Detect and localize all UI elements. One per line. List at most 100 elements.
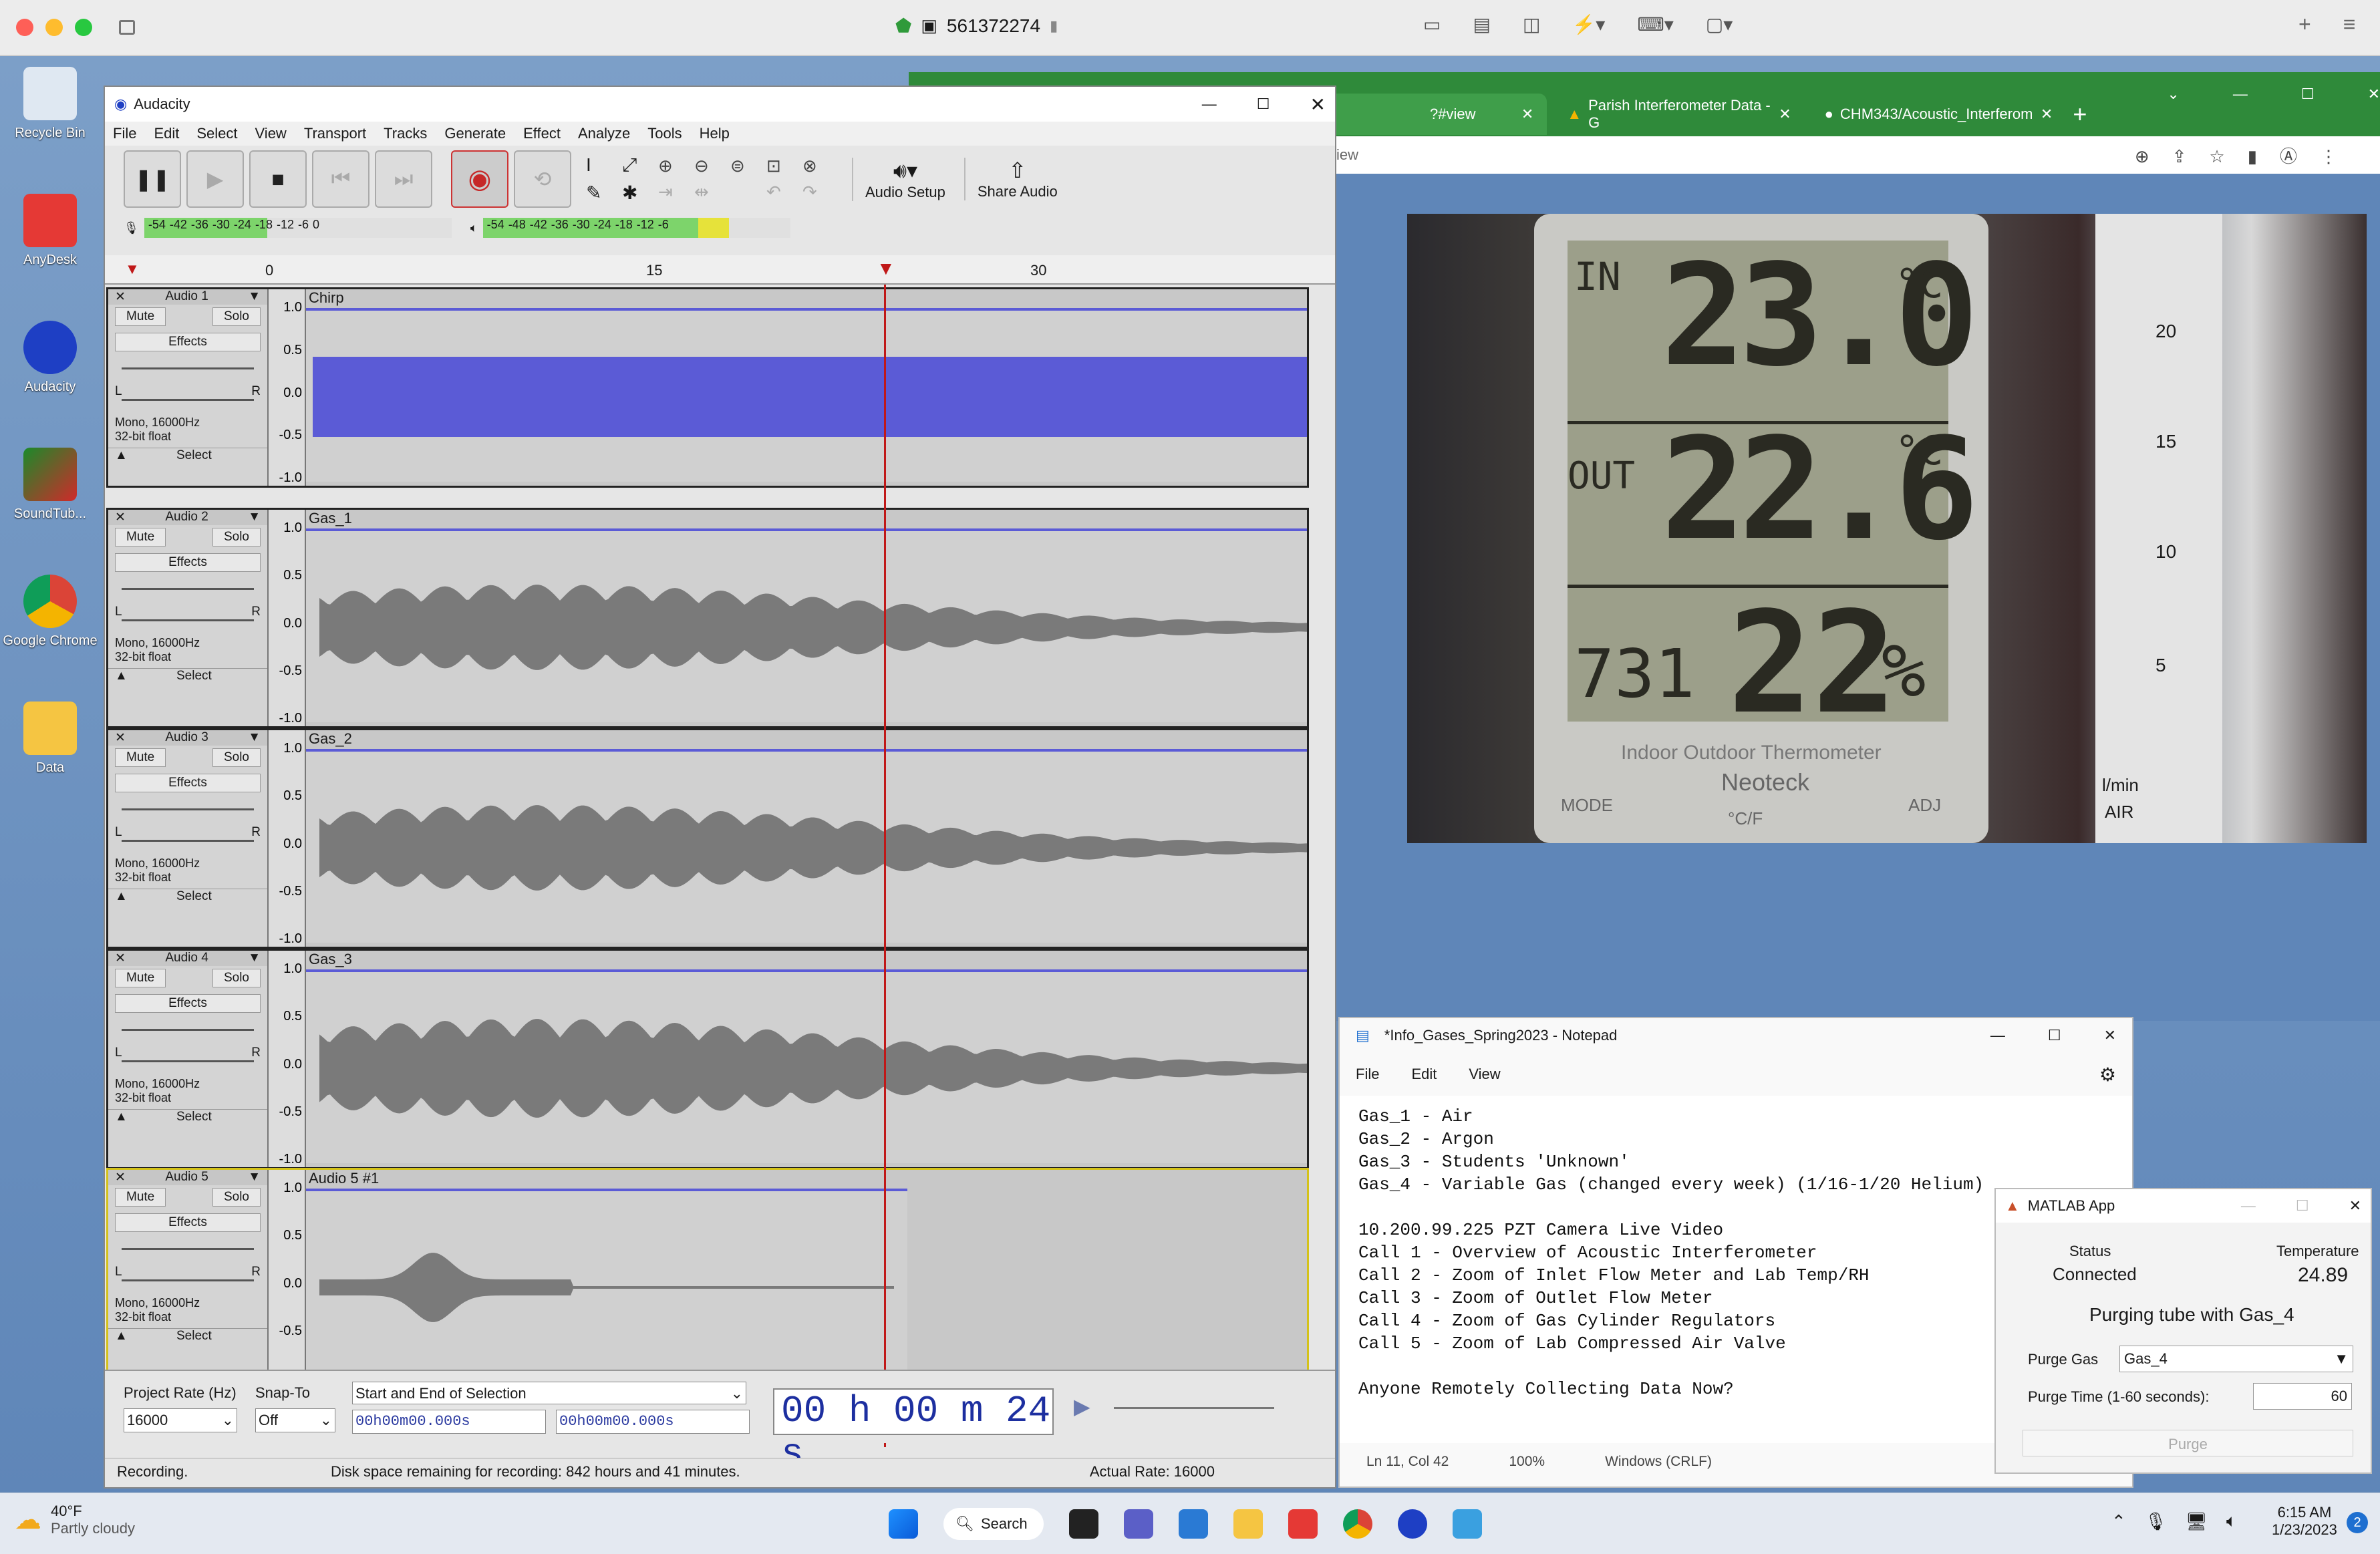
- anydesk-taskbar-icon[interactable]: [1288, 1509, 1318, 1539]
- loop-button[interactable]: ⟲: [514, 150, 571, 208]
- gain-slider[interactable]: [122, 1029, 254, 1031]
- vertical-scale[interactable]: 1.0 0.5 0.0 -0.5 -1.0: [269, 510, 306, 726]
- gain-slider[interactable]: [122, 1248, 254, 1250]
- close-icon[interactable]: ✕: [1310, 94, 1326, 116]
- draw-tool-icon[interactable]: ✎: [586, 182, 617, 204]
- minimize-icon[interactable]: —: [2233, 86, 2248, 103]
- menu-file[interactable]: File: [113, 125, 136, 142]
- notepad-menu-view[interactable]: View: [1469, 1066, 1500, 1083]
- chrome-taskbar-icon[interactable]: [1343, 1509, 1372, 1539]
- multi-tool-icon[interactable]: ✱: [622, 182, 653, 204]
- track-name[interactable]: Audio 2: [165, 510, 208, 525]
- effects-button[interactable]: Effects: [115, 774, 261, 792]
- fit-selection-icon[interactable]: ⊜: [730, 156, 761, 176]
- chat-icon[interactable]: ▤: [1473, 13, 1490, 35]
- vertical-scale[interactable]: 1.0 0.5 0.0 -0.5 -1.0: [269, 289, 306, 486]
- track-close-icon[interactable]: ✕: [115, 1170, 126, 1185]
- menu-view[interactable]: View: [255, 125, 287, 142]
- lightning-icon[interactable]: ⚡▾: [1572, 13, 1605, 35]
- track-menu-icon[interactable]: ▼: [248, 730, 261, 746]
- track-close-icon[interactable]: ✕: [115, 730, 126, 746]
- volume-icon[interactable]: 🔈︎: [2226, 1511, 2237, 1532]
- solo-button[interactable]: Solo: [212, 1188, 261, 1207]
- desktop-icon-recycle-bin[interactable]: Recycle Bin: [0, 67, 100, 141]
- zoom-toggle-icon[interactable]: ⊗: [802, 156, 833, 176]
- close-icon[interactable]: ✕: [2104, 1027, 2116, 1044]
- selection-start[interactable]: 00h00m00.000s: [352, 1410, 546, 1434]
- mute-button[interactable]: Mute: [115, 969, 166, 987]
- select-button[interactable]: Select: [176, 1329, 212, 1344]
- close-icon[interactable]: ✕: [1521, 106, 1533, 123]
- network-icon[interactable]: 🖥︎: [2186, 1511, 2208, 1532]
- gain-slider[interactable]: [122, 808, 254, 810]
- skip-end-button[interactable]: ⏭: [375, 150, 432, 208]
- menu-generate[interactable]: Generate: [444, 125, 506, 142]
- track-menu-icon[interactable]: ▼: [248, 1170, 261, 1185]
- minimize-dot[interactable]: [45, 19, 63, 36]
- collapse-icon[interactable]: ▲: [115, 448, 128, 463]
- notepad-menu-file[interactable]: File: [1356, 1066, 1379, 1083]
- clip-name[interactable]: Audio 5 #1: [309, 1170, 379, 1187]
- windows-start-icon[interactable]: [889, 1509, 918, 1539]
- select-button[interactable]: Select: [176, 1110, 212, 1124]
- notepad-taskbar-icon[interactable]: [1179, 1509, 1208, 1539]
- track-2[interactable]: ✕ Audio 2 ▼ Mute Solo Effects LR Mono, 1600…: [106, 508, 1309, 728]
- sidebar-icon[interactable]: [119, 20, 135, 35]
- close-dot[interactable]: [16, 19, 33, 36]
- gain-slider[interactable]: [122, 588, 254, 590]
- file-explorer-icon[interactable]: [1233, 1509, 1263, 1539]
- vertical-scale[interactable]: 1.0 0.5 0.0 -0.5 -1.0: [269, 730, 306, 947]
- tab-github[interactable]: ● CHM343/Acoustic_Interferom ✕: [1811, 94, 2067, 135]
- play-at-speed-icon[interactable]: ▶: [1074, 1394, 1090, 1419]
- purge-gas-select[interactable]: Gas_4 ▼: [2119, 1346, 2353, 1372]
- collapse-icon[interactable]: ▲: [115, 889, 128, 904]
- track-name[interactable]: Audio 5: [165, 1170, 208, 1185]
- zoom-in-icon[interactable]: ⊕: [658, 156, 689, 176]
- notepad-menu-edit[interactable]: Edit: [1411, 1066, 1437, 1083]
- solo-button[interactable]: Solo: [212, 969, 261, 987]
- select-button[interactable]: Select: [176, 669, 212, 683]
- keyboard-icon[interactable]: ⌨▾: [1637, 13, 1673, 35]
- solo-button[interactable]: Solo: [212, 528, 261, 547]
- undo-icon[interactable]: ↶: [766, 182, 797, 202]
- maximize-icon[interactable]: ☐: [2296, 1197, 2309, 1215]
- waveform-area[interactable]: Gas_1: [306, 510, 1307, 726]
- microphone-tray-icon[interactable]: 🎙︎: [2145, 1511, 2167, 1532]
- speed-slider[interactable]: [1114, 1407, 1274, 1409]
- solo-button[interactable]: Solo: [212, 748, 261, 767]
- close-icon[interactable]: ✕: [2368, 86, 2380, 103]
- tab-parish[interactable]: ▲ Parish Interferometer Data - G ✕: [1553, 94, 1804, 135]
- silence-icon[interactable]: ⇹: [694, 182, 725, 202]
- track-name[interactable]: Audio 4: [165, 951, 208, 966]
- effects-button[interactable]: Effects: [115, 333, 261, 351]
- record-button[interactable]: ◉: [451, 150, 508, 208]
- audio-setup-button[interactable]: 🔊︎▾ Audio Setup: [852, 157, 945, 201]
- track-menu-icon[interactable]: ▼: [248, 289, 261, 305]
- track-menu-icon[interactable]: ▼: [248, 510, 261, 525]
- clip-name[interactable]: Gas_3: [309, 951, 352, 968]
- skip-start-button[interactable]: ⏮: [312, 150, 369, 208]
- search-box[interactable]: 🔍︎ Search: [943, 1508, 1044, 1540]
- display-icon[interactable]: ▢▾: [1706, 13, 1733, 35]
- mute-button[interactable]: Mute: [115, 528, 166, 547]
- record-meter[interactable]: -54 -42 -36 -30 -24 -18 -12 -6 0: [144, 218, 452, 238]
- close-icon[interactable]: ✕: [2041, 106, 2053, 123]
- new-tab-button[interactable]: +: [2073, 100, 2087, 128]
- menu-tools[interactable]: Tools: [647, 125, 682, 142]
- fit-project-icon[interactable]: ⊡: [766, 156, 797, 176]
- chevron-down-icon[interactable]: ⌄: [2167, 86, 2179, 103]
- track-3[interactable]: ✕ Audio 3 ▼ Mute Solo Effects LR Mono, 1600…: [106, 728, 1309, 949]
- clip-name[interactable]: Chirp: [309, 289, 344, 307]
- microphone-icon[interactable]: 🎙︎: [124, 221, 139, 235]
- mute-button[interactable]: Mute: [115, 748, 166, 767]
- menu-tracks[interactable]: Tracks: [384, 125, 427, 142]
- timeline-ruler[interactable]: ▼ 0 15 30 ▼: [105, 255, 1335, 285]
- collapse-icon[interactable]: ▲: [115, 1110, 128, 1124]
- effects-button[interactable]: Effects: [115, 1213, 261, 1232]
- collapse-icon[interactable]: ▲: [115, 1329, 128, 1344]
- menu-effect[interactable]: Effect: [523, 125, 561, 142]
- track-close-icon[interactable]: ✕: [115, 510, 126, 525]
- waveform-area[interactable]: Gas_2: [306, 730, 1307, 947]
- menu-edit[interactable]: Edit: [154, 125, 179, 142]
- snap-select[interactable]: Off ⌄: [255, 1408, 335, 1432]
